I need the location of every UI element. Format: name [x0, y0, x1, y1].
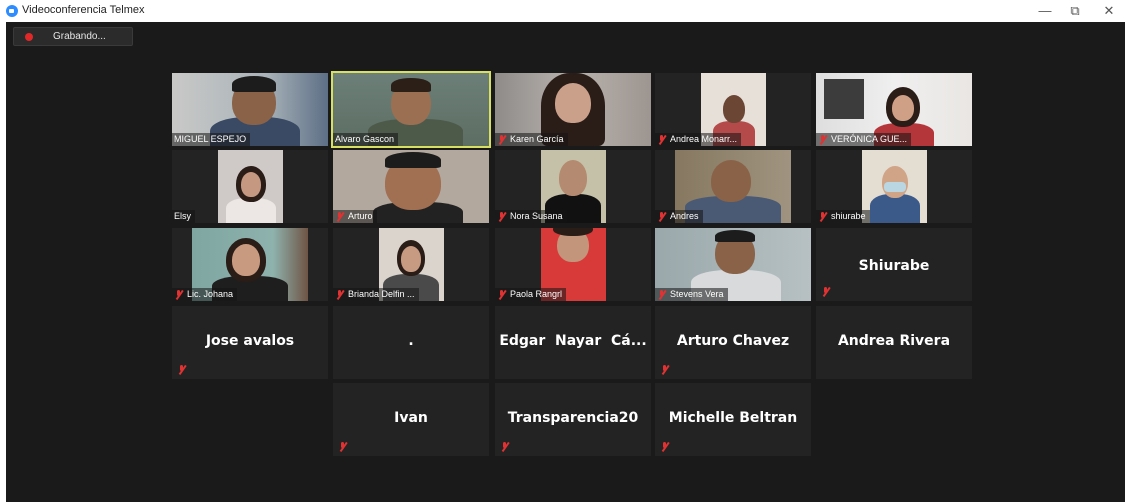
participant-tile[interactable]: . — [333, 306, 489, 379]
participant-name: Karen García — [510, 134, 564, 144]
participant-name: Alvaro Gascon — [335, 134, 395, 144]
muted-mic-icon — [657, 289, 666, 300]
recording-label: Grabando... — [53, 31, 106, 42]
participant-name: Andres — [670, 211, 699, 221]
participant-tile[interactable]: Transparencia20 — [495, 383, 651, 456]
participant-tile[interactable]: Nora Susana — [495, 150, 651, 223]
muted-mic-icon — [818, 211, 827, 222]
participant-name: Andrea Rivera — [837, 333, 951, 349]
participant-name-label: Lic. Johana — [172, 288, 238, 301]
participant-name: Edgar Nayar Cá... — [499, 333, 647, 349]
muted-mic-icon — [497, 134, 506, 145]
participant-name: Brianda Delfin ... — [348, 289, 415, 299]
restore-icon[interactable]: ⧉ — [1057, 0, 1093, 22]
muted-mic-icon — [497, 211, 506, 222]
participant-name-label: Alvaro Gascon — [333, 133, 399, 146]
participant-tile[interactable]: Andrea Monarr... — [655, 73, 811, 146]
participant-name: Arturo Chavez — [676, 333, 790, 349]
app-logo-icon — [6, 5, 18, 17]
participant-name: Andrea Monarr... — [670, 134, 738, 144]
participant-tile[interactable]: Shiurabe — [816, 228, 972, 301]
muted-mic-icon — [497, 289, 506, 300]
participant-name-label: VERÓNICA GUE... — [816, 133, 912, 146]
participant-tile[interactable]: MIGUEL ESPEJO — [172, 73, 328, 146]
participant-name: Stevens Vera — [670, 289, 724, 299]
participant-tile-active-speaker[interactable]: Alvaro Gascon — [331, 71, 491, 148]
participant-name: Transparencia20 — [507, 410, 639, 426]
participant-name: Nora Susana — [510, 211, 563, 221]
muted-mic-icon — [660, 442, 669, 452]
participant-name: Jose avalos — [205, 333, 295, 349]
participant-tile[interactable]: Lic. Johana — [172, 228, 328, 301]
participant-tile[interactable]: Andres — [655, 150, 811, 223]
recording-indicator[interactable]: Grabando... — [13, 27, 133, 46]
participant-name: VERÓNICA GUE... — [831, 134, 908, 144]
participant-tile[interactable]: Jose avalos — [172, 306, 328, 379]
participant-tile[interactable]: Brianda Delfin ... — [333, 228, 489, 301]
participant-name-label: Nora Susana — [495, 210, 567, 223]
participant-name: Shiurabe — [858, 258, 930, 274]
window-title: Videoconferencia Telmex — [22, 4, 145, 16]
participant-name: Elsy — [174, 211, 192, 221]
participant-name-label: Arturo — [333, 210, 377, 223]
muted-mic-icon — [335, 289, 344, 300]
participant-name-label: Brianda Delfin ... — [333, 288, 419, 301]
meeting-gallery-view: Grabando... MIGUEL ESPEJO Alvaro Gascon … — [6, 22, 1125, 502]
participant-name: MIGUEL ESPEJO — [174, 134, 247, 144]
participant-name: Michelle Beltran — [668, 410, 798, 426]
muted-mic-icon — [174, 289, 183, 300]
participant-tile[interactable]: Edgar Nayar Cá... — [495, 306, 651, 379]
muted-mic-icon — [177, 365, 186, 375]
title-bar: Videoconferencia Telmex — ⧉ ✕ — [0, 0, 1125, 22]
participant-name-label: MIGUEL ESPEJO — [172, 133, 251, 146]
participant-name: Lic. Johana — [187, 289, 234, 299]
muted-mic-icon — [335, 211, 344, 222]
participant-name: . — [408, 333, 414, 349]
participant-name-label: Stevens Vera — [655, 288, 728, 301]
muted-mic-icon — [821, 287, 830, 297]
participant-name: shiurabe — [831, 211, 866, 221]
participant-name-label: Paola Rangrl — [495, 288, 567, 301]
participant-tile[interactable]: Arturo — [333, 150, 489, 223]
muted-mic-icon — [818, 134, 827, 145]
participant-tile[interactable]: Elsy — [172, 150, 328, 223]
participant-name-label: Elsy — [172, 210, 196, 223]
participant-tile[interactable]: Andrea Rivera — [816, 306, 972, 379]
participant-tile[interactable]: Karen García — [495, 73, 651, 146]
muted-mic-icon — [500, 442, 509, 452]
muted-mic-icon — [338, 442, 347, 452]
muted-mic-icon — [657, 134, 666, 145]
participant-name-label: Andres — [655, 210, 703, 223]
participant-tile[interactable]: VERÓNICA GUE... — [816, 73, 972, 146]
participant-name-label: Andrea Monarr... — [655, 133, 742, 146]
participant-name-label: shiurabe — [816, 210, 870, 223]
participant-name: Ivan — [394, 410, 428, 426]
close-icon[interactable]: ✕ — [1091, 0, 1125, 22]
participant-name: Arturo — [348, 211, 373, 221]
participant-tile[interactable]: Michelle Beltran — [655, 383, 811, 456]
participant-tile[interactable]: Paola Rangrl — [495, 228, 651, 301]
record-icon — [25, 33, 33, 41]
muted-mic-icon — [657, 211, 666, 222]
muted-mic-icon — [660, 365, 669, 375]
participant-tile[interactable]: Arturo Chavez — [655, 306, 811, 379]
participant-tile[interactable]: Ivan — [333, 383, 489, 456]
participant-tile[interactable]: shiurabe — [816, 150, 972, 223]
participant-name: Paola Rangrl — [510, 289, 563, 299]
participant-name-label: Karen García — [495, 133, 568, 146]
participant-tile[interactable]: Stevens Vera — [655, 228, 811, 301]
